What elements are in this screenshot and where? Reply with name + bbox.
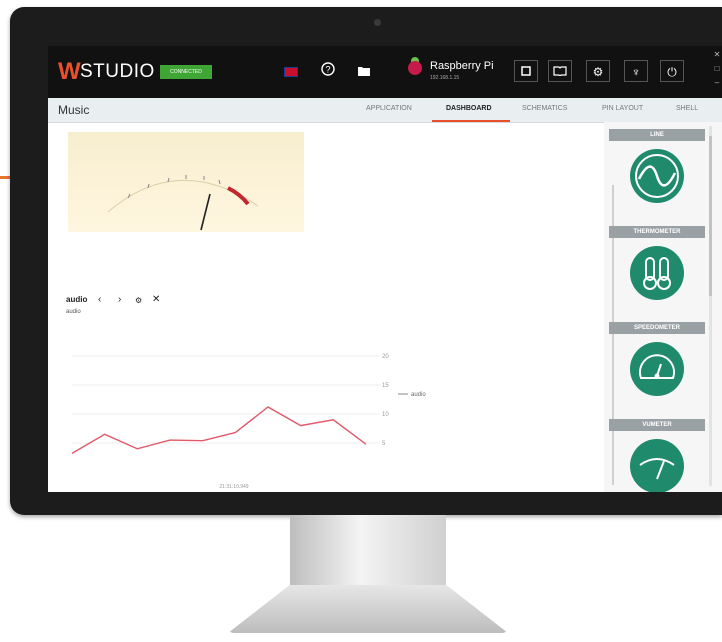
- palette-label-line: LINE: [609, 129, 705, 141]
- close-icon[interactable]: ✕: [152, 294, 160, 305]
- app-screen: W STUDIO CONNECTED ? Raspberry Pi 192.16…: [48, 46, 722, 492]
- docs-button[interactable]: [548, 60, 572, 82]
- webcam: [374, 19, 381, 26]
- window-close-icon[interactable]: ✕: [712, 50, 722, 59]
- window-maximize-icon[interactable]: □: [712, 64, 722, 73]
- vumeter-dial: [107, 175, 259, 231]
- tab-schematics[interactable]: SCHEMATICS: [522, 105, 567, 112]
- device-ip: 192.168.1.15: [430, 75, 460, 81]
- palette-label-vumeter: VUMETER: [609, 419, 705, 431]
- tab-bar: Music APPLICATION DASHBOARD SCHEMATICS P…: [48, 98, 722, 123]
- chevron-right-icon[interactable]: ›: [118, 294, 121, 305]
- chevron-left-icon[interactable]: ‹: [98, 294, 101, 305]
- x-tick-label: 21:31:10.949: [219, 484, 248, 490]
- legend-label: audio: [411, 392, 426, 398]
- logo-mark: W: [58, 58, 81, 85]
- monitor-stand-neck: [290, 515, 446, 585]
- speedometer-icon: [639, 354, 675, 379]
- y-tick-label: 20: [382, 354, 389, 360]
- palette-label-thermometer: THERMOMETER: [609, 226, 705, 238]
- device-name[interactable]: Raspberry Pi: [430, 60, 494, 72]
- monitor-bezel: W STUDIO CONNECTED ? Raspberry Pi 192.16…: [10, 7, 722, 515]
- tab-pin-layout[interactable]: PIN LAYOUT: [602, 105, 643, 112]
- usb-icon: ♆: [631, 65, 641, 79]
- chart-widget-title: audio: [66, 295, 88, 304]
- power-icon: ⏻: [667, 65, 677, 79]
- wave-icon: [635, 154, 679, 198]
- tab-shell[interactable]: SHELL: [676, 105, 698, 112]
- tab-application[interactable]: APPLICATION: [366, 105, 412, 112]
- y-tick-label: 15: [382, 383, 389, 389]
- status-badge: CONNECTED: [160, 65, 212, 79]
- language-flag-icon[interactable]: [284, 67, 298, 77]
- palette-scrollbar-thumb[interactable]: [709, 136, 712, 296]
- palette-item-speedometer[interactable]: [630, 342, 684, 396]
- power-button[interactable]: ⏻: [660, 60, 684, 82]
- usb-button[interactable]: ♆: [624, 60, 648, 82]
- top-bar: W STUDIO CONNECTED ? Raspberry Pi 192.16…: [48, 46, 722, 98]
- monitor-stand-base: [228, 585, 508, 633]
- page-title: Music: [58, 103, 90, 117]
- chart-widget-subtitle: audio: [66, 309, 81, 315]
- folder-icon[interactable]: [354, 62, 374, 82]
- palette-item-thermometer[interactable]: [630, 246, 684, 300]
- active-tab-indicator: [432, 120, 510, 122]
- tab-dashboard[interactable]: DASHBOARD: [446, 105, 492, 112]
- vumeter-icon: [639, 458, 675, 480]
- svg-text:?: ?: [325, 65, 330, 75]
- y-tick-label: 10: [382, 412, 389, 418]
- raspberry-pi-icon: [408, 61, 422, 75]
- palette-item-vumeter[interactable]: [630, 439, 684, 492]
- palette-item-line[interactable]: [630, 149, 684, 203]
- logo-text: STUDIO: [80, 61, 155, 82]
- settings-button[interactable]: ⚙: [586, 60, 610, 82]
- gear-icon[interactable]: ⚙: [135, 296, 142, 305]
- gear-icon: ⚙: [592, 65, 604, 79]
- audio-line-chart: 20 15 10 5 audio 21:31:10.949: [71, 354, 426, 490]
- stop-button[interactable]: [514, 60, 538, 82]
- help-icon[interactable]: ?: [318, 62, 338, 82]
- thermometer-icon: [643, 257, 671, 290]
- palette-label-speedometer: SPEEDOMETER: [609, 322, 705, 334]
- vumeter-needle: [200, 193, 211, 231]
- vumeter-widget[interactable]: [68, 132, 304, 232]
- y-tick-label: 5: [382, 441, 386, 447]
- window-minimize-icon[interactable]: –: [712, 78, 722, 87]
